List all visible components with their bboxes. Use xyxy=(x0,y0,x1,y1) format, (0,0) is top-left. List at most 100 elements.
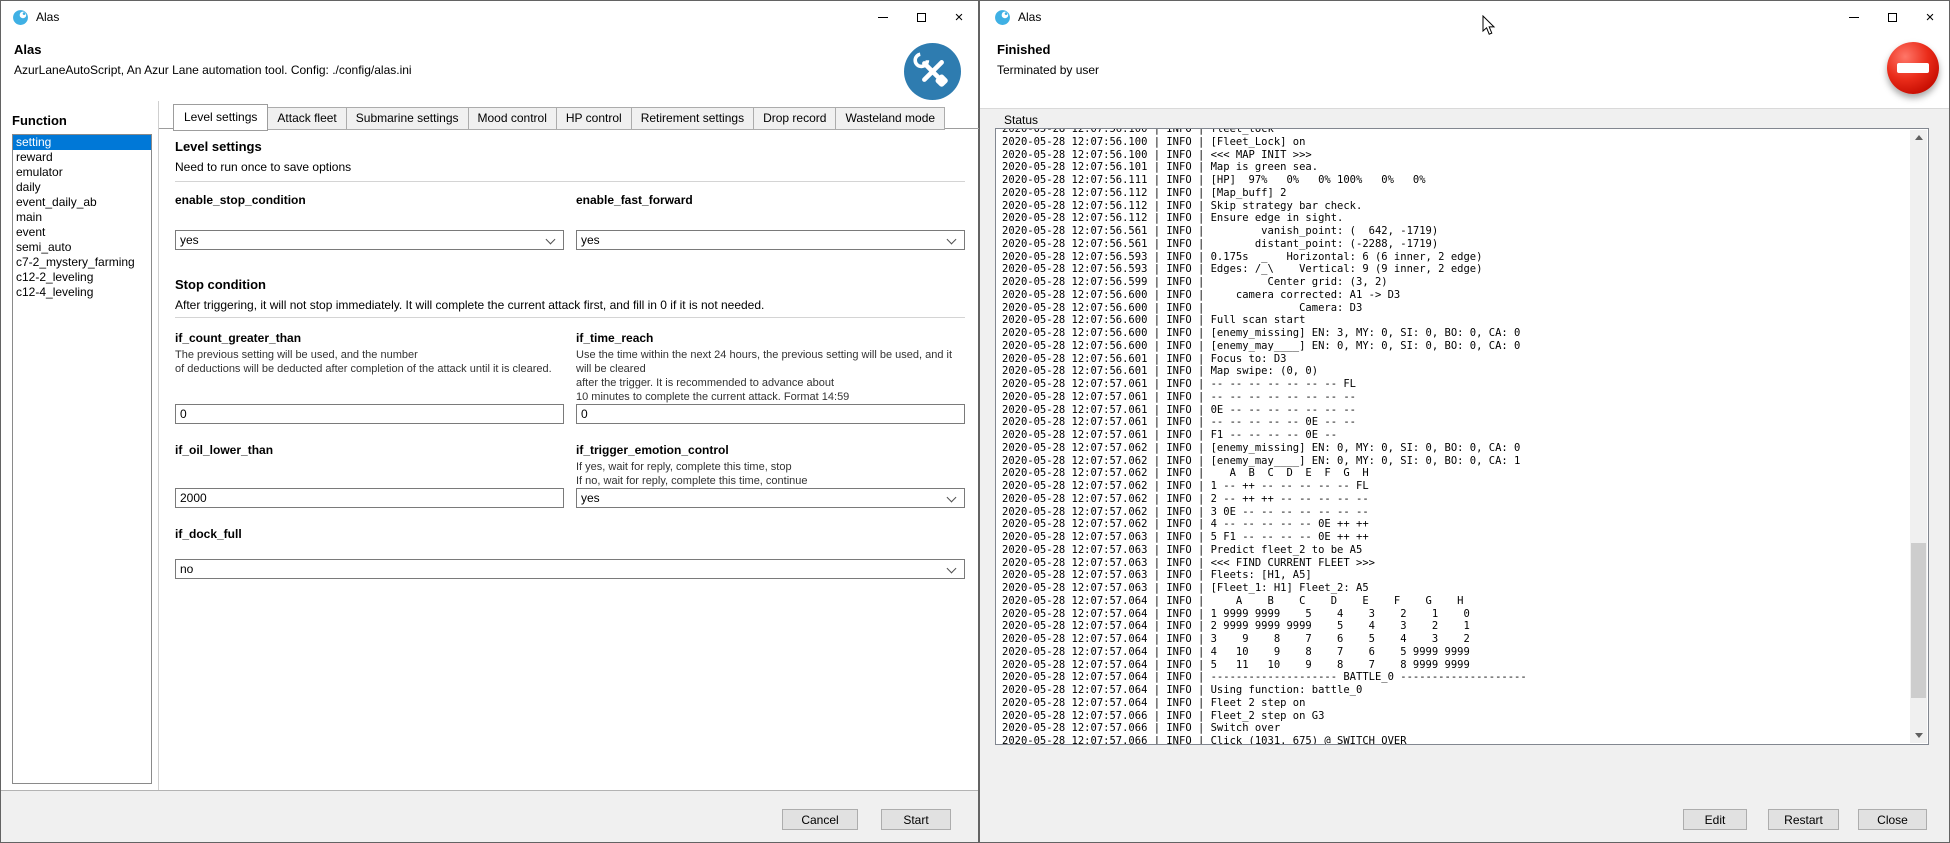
function-list-item[interactable]: daily xyxy=(13,180,151,195)
status-group-label: Status xyxy=(1004,113,1038,127)
log-content: 2020-05-28 12:07:56.100 | INFO | fleet_l… xyxy=(1002,128,1909,745)
enable-fast-forward-select[interactable]: yes xyxy=(576,230,965,250)
log-line: 2020-05-28 12:07:56.599 | INFO | Center … xyxy=(1002,276,1909,289)
function-list[interactable]: settingrewardemulatordailyevent_daily_ab… xyxy=(12,134,152,784)
function-list-item[interactable]: emulator xyxy=(13,165,151,180)
log-line: 2020-05-28 12:07:57.062 | INFO | 3 0E --… xyxy=(1002,506,1909,519)
minimize-icon xyxy=(1849,17,1859,18)
log-line: 2020-05-28 12:07:56.600 | INFO | Full sc… xyxy=(1002,314,1909,327)
arrow-up-icon xyxy=(1915,135,1923,140)
log-line: 2020-05-28 12:07:57.062 | INFO | [enemy_… xyxy=(1002,455,1909,468)
divider xyxy=(175,317,965,318)
log-viewer[interactable]: 2020-05-28 12:07:56.100 | INFO | fleet_l… xyxy=(995,128,1929,745)
section-desc: After triggering, it will not stop immed… xyxy=(175,298,764,312)
log-line: 2020-05-28 12:07:57.064 | INFO | Using f… xyxy=(1002,684,1909,697)
alas-logo-icon xyxy=(994,9,1011,26)
log-line: 2020-05-28 12:07:57.061 | INFO | -- -- -… xyxy=(1002,378,1909,391)
log-line: 2020-05-28 12:07:57.064 | INFO | 2 9999 … xyxy=(1002,620,1909,633)
log-line: 2020-05-28 12:07:56.100 | INFO | <<< MAP… xyxy=(1002,149,1909,162)
log-line: 2020-05-28 12:07:57.066 | INFO | Fleet_2… xyxy=(1002,710,1909,723)
page-subtitle: AzurLaneAutoScript, An Azur Lane automat… xyxy=(14,63,412,77)
select-value: yes xyxy=(581,491,600,505)
field-label-if-dock-full: if_dock_full xyxy=(175,527,965,541)
log-line: 2020-05-28 12:07:57.061 | INFO | 0E -- -… xyxy=(1002,404,1909,417)
minimize-button[interactable] xyxy=(864,1,902,34)
scroll-up-button[interactable] xyxy=(1910,130,1927,145)
tab-drop-record[interactable]: Drop record xyxy=(754,107,836,130)
close-button[interactable]: × xyxy=(1911,1,1949,34)
tab-mood-control[interactable]: Mood control xyxy=(469,107,557,130)
close-icon: × xyxy=(1926,10,1935,25)
edit-button[interactable]: Edit xyxy=(1683,809,1747,830)
field-desc: If yes, wait for reply, complete this ti… xyxy=(576,460,965,488)
log-line: 2020-05-28 12:07:57.061 | INFO | F1 -- -… xyxy=(1002,429,1909,442)
log-line: 2020-05-28 12:07:56.112 | INFO | Ensure … xyxy=(1002,212,1909,225)
mouse-cursor xyxy=(1482,15,1496,36)
log-line: 2020-05-28 12:07:57.061 | INFO | -- -- -… xyxy=(1002,416,1909,429)
function-list-item[interactable]: setting xyxy=(13,135,151,150)
log-line: 2020-05-28 12:07:57.064 | INFO | 3 9 8 7… xyxy=(1002,633,1909,646)
maximize-icon xyxy=(917,13,926,22)
if-count-greater-than-input[interactable] xyxy=(175,404,564,424)
titlebar[interactable]: Alas × xyxy=(980,1,1949,34)
function-list-item[interactable]: c12-2_leveling xyxy=(13,270,151,285)
scrollbar-thumb[interactable] xyxy=(1911,543,1926,698)
log-line: 2020-05-28 12:07:56.601 | INFO | Map swi… xyxy=(1002,365,1909,378)
status-body: Status 2020-05-28 12:07:56.100 | INFO | … xyxy=(980,109,1949,842)
select-value: yes xyxy=(180,233,199,247)
tab-hp-control[interactable]: HP control xyxy=(557,107,632,130)
function-list-item[interactable]: c12-4_leveling xyxy=(13,285,151,300)
log-scrollbar[interactable] xyxy=(1910,130,1927,743)
scroll-down-button[interactable] xyxy=(1910,728,1927,743)
minimize-button[interactable] xyxy=(1835,1,1873,34)
tab-submarine-settings[interactable]: Submarine settings xyxy=(347,107,469,130)
page-title: Alas xyxy=(14,42,41,57)
tab-retirement-settings[interactable]: Retirement settings xyxy=(632,107,754,130)
log-line: 2020-05-28 12:07:57.066 | INFO | Switch … xyxy=(1002,722,1909,735)
titlebar[interactable]: Alas × xyxy=(1,1,978,34)
log-line: 2020-05-28 12:07:57.062 | INFO | 2 -- ++… xyxy=(1002,493,1909,506)
function-list-label: Function xyxy=(12,113,67,128)
log-line: 2020-05-28 12:07:57.064 | INFO | 5 11 10… xyxy=(1002,659,1909,672)
cancel-button[interactable]: Cancel xyxy=(782,809,858,830)
maximize-button[interactable] xyxy=(902,1,940,34)
if-trigger-emotion-control-select[interactable]: yes xyxy=(576,488,965,508)
close-button-footer[interactable]: Close xyxy=(1858,809,1927,830)
log-line: 2020-05-28 12:07:56.601 | INFO | Focus t… xyxy=(1002,353,1909,366)
log-line: 2020-05-28 12:07:56.561 | INFO | distant… xyxy=(1002,238,1909,251)
log-line: 2020-05-28 12:07:57.063 | INFO | Fleets:… xyxy=(1002,569,1909,582)
if-oil-lower-than-input[interactable] xyxy=(175,488,564,508)
if-time-reach-input[interactable] xyxy=(576,404,965,424)
log-line: 2020-05-28 12:07:56.600 | INFO | Camera:… xyxy=(1002,302,1909,315)
function-list-item[interactable]: c7-2_mystery_farming xyxy=(13,255,151,270)
select-value: yes xyxy=(581,233,600,247)
field-desc: Use the time within the next 24 hours, t… xyxy=(576,348,965,404)
function-list-item[interactable]: event xyxy=(13,225,151,240)
field-label-if-time-reach: if_time_reach xyxy=(576,331,965,345)
function-list-item[interactable]: reward xyxy=(13,150,151,165)
tab-wasteland-mode[interactable]: Wasteland mode xyxy=(836,107,945,130)
no-entry-icon xyxy=(1887,42,1939,94)
field-label-if-oil-lower-than: if_oil_lower_than xyxy=(175,443,564,457)
function-list-item[interactable]: main xyxy=(13,210,151,225)
field-label-enable-fast-forward: enable_fast_forward xyxy=(576,193,965,207)
log-line: 2020-05-28 12:07:57.064 | INFO | 4 10 9 … xyxy=(1002,646,1909,659)
maximize-button[interactable] xyxy=(1873,1,1911,34)
alas-settings-window: Alas × Alas AzurLaneAutoScript, An Azur … xyxy=(0,0,979,843)
log-line: 2020-05-28 12:07:57.062 | INFO | [enemy_… xyxy=(1002,442,1909,455)
panel-heading-desc: Need to run once to save options xyxy=(175,160,351,174)
function-list-item[interactable]: event_daily_ab xyxy=(13,195,151,210)
start-button[interactable]: Start xyxy=(881,809,951,830)
log-line: 2020-05-28 12:07:56.101 | INFO | Map is … xyxy=(1002,161,1909,174)
tab-attack-fleet[interactable]: Attack fleet xyxy=(268,107,346,130)
if-dock-full-select[interactable]: no xyxy=(175,559,965,579)
log-line: 2020-05-28 12:07:56.600 | INFO | [enemy_… xyxy=(1002,327,1909,340)
function-list-item[interactable]: semi_auto xyxy=(13,240,151,255)
close-button[interactable]: × xyxy=(940,1,978,34)
field-desc: The previous setting will be used, and t… xyxy=(175,348,564,376)
enable-stop-condition-select[interactable]: yes xyxy=(175,230,564,250)
maximize-icon xyxy=(1888,13,1897,22)
log-line: 2020-05-28 12:07:57.062 | INFO | 4 -- --… xyxy=(1002,518,1909,531)
restart-button[interactable]: Restart xyxy=(1768,809,1839,830)
tab-level-settings[interactable]: Level settings xyxy=(173,104,268,131)
